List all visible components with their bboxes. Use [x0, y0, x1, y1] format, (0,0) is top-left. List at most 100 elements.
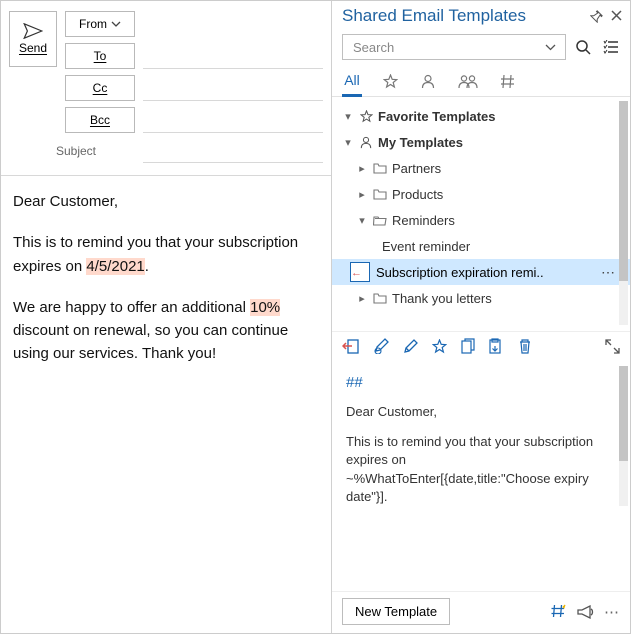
chevron-down-icon[interactable] [539, 36, 561, 58]
tree-node-thankyou[interactable]: ▸ Thank you letters [332, 285, 630, 311]
chevron-down-icon [111, 21, 121, 27]
more-icon[interactable]: ⋯ [601, 264, 616, 281]
bottom-bar: New Template ⋯ [332, 591, 630, 633]
tab-favorites[interactable] [380, 70, 400, 95]
tree-label: Reminders [392, 213, 630, 228]
tree-label: Products [392, 187, 630, 202]
paste-button[interactable] [489, 338, 504, 354]
bcc-input[interactable] [143, 107, 323, 133]
body-text: . [145, 258, 149, 275]
chevron-right-icon: ▸ [356, 292, 368, 305]
subject-row: Subject [1, 133, 331, 169]
insert-icon: ← [351, 267, 362, 279]
more-icon[interactable]: ⋯ [604, 603, 620, 621]
from-button[interactable]: From [65, 11, 135, 37]
chevron-down-icon: ▾ [342, 136, 354, 149]
highlighted-percent: 10% [250, 299, 280, 316]
tab-team[interactable] [456, 70, 480, 95]
tabs-row: All [332, 66, 630, 97]
scrollbar-thumb[interactable] [619, 366, 628, 461]
hash-action-icon[interactable] [551, 604, 567, 620]
to-row: To [65, 43, 323, 69]
star-icon [358, 110, 374, 123]
to-input[interactable] [143, 43, 323, 69]
expand-button[interactable] [605, 339, 620, 354]
tree-label: Partners [392, 161, 630, 176]
folder-icon [372, 162, 388, 174]
body-paragraph: We are happy to offer an additional 10% … [13, 296, 319, 366]
person-icon [358, 136, 374, 149]
tree-label: Favorite Templates [378, 109, 630, 124]
chevron-right-icon: ▸ [356, 188, 368, 201]
cc-button[interactable]: Cc [65, 75, 135, 101]
preview-wrap: ## Dear Customer, This is to remind you … [332, 360, 630, 591]
template-tree: ▾ Favorite Templates ▾ My Templates ▸ [332, 97, 630, 331]
copy-button[interactable] [461, 338, 475, 354]
search-icon[interactable] [572, 36, 594, 58]
preview-scrollbar[interactable] [619, 366, 628, 506]
cc-input[interactable] [143, 75, 323, 101]
email-body[interactable]: Dear Customer, This is to remind you tha… [1, 176, 331, 633]
panel-header: Shared Email Templates [332, 1, 630, 30]
tab-personal[interactable] [418, 70, 438, 95]
tree-container: ▾ Favorite Templates ▾ My Templates ▸ [332, 97, 630, 331]
to-button[interactable]: To [65, 43, 135, 69]
scrollbar-thumb[interactable] [619, 101, 628, 281]
pin-icon[interactable] [590, 10, 603, 23]
new-template-button[interactable]: New Template [342, 598, 450, 625]
preview-paragraph: Dear Customer, [346, 403, 614, 421]
folder-icon [372, 292, 388, 304]
tab-all[interactable]: All [342, 68, 362, 97]
tree-node-favorite[interactable]: ▾ Favorite Templates [332, 103, 630, 129]
chevron-down-icon: ▾ [342, 110, 354, 123]
tree-label: Event reminder [382, 239, 630, 254]
cc-row: Cc [65, 75, 323, 101]
bcc-row: Bcc [65, 107, 323, 133]
panel-title: Shared Email Templates [342, 6, 526, 26]
folder-icon [372, 188, 388, 200]
compose-header: Send From To Cc Bcc [1, 1, 331, 133]
tree-node-reminders[interactable]: ▾ Reminders [332, 207, 630, 233]
send-button[interactable]: Send [9, 11, 57, 67]
tree-node-products[interactable]: ▸ Products [332, 181, 630, 207]
compose-pane: Send From To Cc Bcc [1, 1, 332, 633]
delete-button[interactable] [518, 338, 532, 354]
edit-button[interactable] [403, 339, 418, 354]
edit-pen-button[interactable] [373, 338, 389, 354]
search-row [332, 30, 630, 66]
tree-label: My Templates [378, 135, 630, 150]
from-label: From [79, 17, 107, 31]
favorite-button[interactable] [432, 339, 447, 354]
star-icon [383, 74, 398, 89]
tree-node-my[interactable]: ▾ My Templates [332, 129, 630, 155]
tree-node-partners[interactable]: ▸ Partners [332, 155, 630, 181]
subject-input[interactable] [143, 139, 323, 163]
search-box [342, 34, 566, 60]
insert-button[interactable] [342, 339, 359, 354]
tree-label: Thank you letters [392, 291, 630, 306]
cc-label: Cc [93, 81, 108, 95]
people-icon [458, 74, 478, 89]
tree-item-event-reminder[interactable]: Event reminder [332, 233, 630, 259]
recipient-fields: From To Cc Bcc [65, 11, 323, 133]
preview-hashes: ## [346, 372, 614, 393]
announce-icon[interactable] [577, 605, 594, 619]
toolbar [332, 331, 630, 360]
preview-paragraph: This is to remind you that your subscrip… [346, 433, 614, 506]
close-icon[interactable] [611, 10, 622, 23]
subject-label: Subject [9, 144, 143, 158]
chevron-down-icon: ▾ [356, 214, 368, 227]
tree-item-subscription-reminder[interactable]: ← Subscription expiration remi.. ⋯ [332, 259, 630, 285]
to-label: To [94, 49, 107, 63]
tree-scrollbar[interactable] [619, 101, 628, 325]
body-text: This is to remind you that your subscrip… [13, 234, 298, 274]
search-input[interactable] [351, 39, 539, 56]
tab-hash[interactable] [498, 70, 518, 95]
body-text: discount on renewal, so you can continue… [13, 322, 288, 362]
templates-panel: Shared Email Templates [332, 1, 630, 633]
bcc-label: Bcc [90, 113, 110, 127]
person-icon [421, 74, 435, 89]
settings-list-icon[interactable] [600, 36, 622, 58]
bcc-button[interactable]: Bcc [65, 107, 135, 133]
highlighted-date: 4/5/2021 [86, 258, 144, 275]
